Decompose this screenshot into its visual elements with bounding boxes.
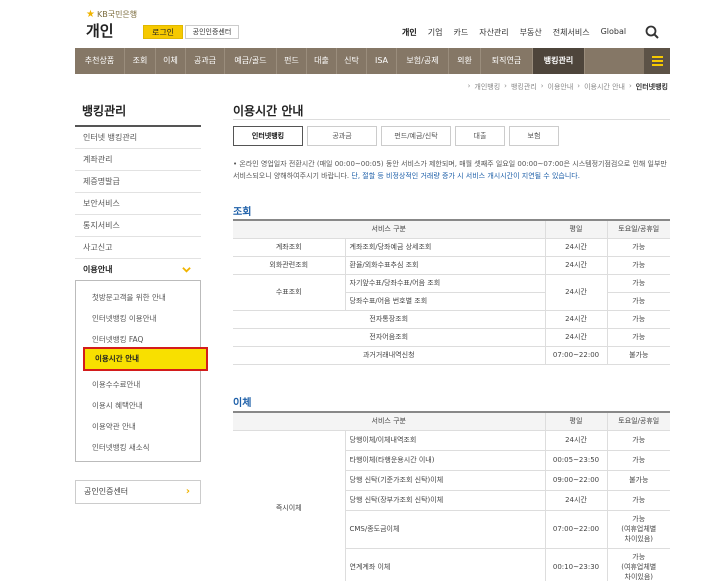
nav-banking-mgmt[interactable]: 뱅킹관리 bbox=[533, 48, 585, 74]
sidebar-item-certificate[interactable]: 제증명발급 bbox=[75, 171, 201, 193]
table-header: 토요일/공휴일 bbox=[606, 411, 670, 431]
sidebar-item-internet-banking[interactable]: 인터넷 뱅킹관리 bbox=[75, 127, 201, 149]
top-link-personal[interactable]: 개인 bbox=[402, 27, 417, 38]
table-row: 계좌조회 계좌조회/당좌예금 상세조회 24시간 가능 bbox=[233, 238, 670, 257]
search-icon[interactable] bbox=[645, 25, 659, 39]
notice-text: • 온라인 영업일자 전환시간 (매일 00:00~00:05) 동안 서비스가… bbox=[233, 158, 673, 182]
breadcrumb-sep-icon: › bbox=[577, 82, 581, 90]
sidebar-item-account[interactable]: 계좌관리 bbox=[75, 149, 201, 171]
nav-foreign-exchange[interactable]: 외환 bbox=[449, 48, 481, 74]
hamburger-menu-icon[interactable] bbox=[644, 48, 670, 74]
title-divider bbox=[233, 119, 670, 120]
submenu-news[interactable]: 인터넷뱅킹 새소식 bbox=[76, 437, 200, 458]
breadcrumb-item[interactable]: 뱅킹관리 bbox=[511, 82, 537, 92]
transfer-table: 서비스 구분 평일 토요일/공휴일 즉시이체 당행이체/이체내역조회 24시간 … bbox=[233, 411, 670, 581]
table-row: 수표조회 자기앞수표/당좌수표/어음 조회 24시간 가능 bbox=[233, 274, 670, 311]
bullet-icon: • bbox=[233, 160, 238, 168]
table-row: 외화관련조회 환율/외화수표추심 조회 24시간 가능 bbox=[233, 256, 670, 275]
tab-internet-banking[interactable]: 인터넷뱅킹 bbox=[233, 126, 303, 146]
table-row: 과거거래내역신청 07:00~22:00 불가능 bbox=[233, 346, 670, 365]
nav-recommended[interactable]: 추천상품 bbox=[75, 48, 125, 74]
kb-star-icon: ★ bbox=[86, 9, 95, 20]
kb-logo[interactable]: ★ KB국민은행 bbox=[86, 9, 137, 20]
nav-loan[interactable]: 대출 bbox=[307, 48, 337, 74]
tab-insurance[interactable]: 보험 bbox=[509, 126, 559, 146]
tab-bar: 인터넷뱅킹 공과금 펀드/예금/신탁 대출 보험 bbox=[233, 126, 563, 146]
top-link-all-services[interactable]: 전체서비스 bbox=[553, 27, 590, 38]
cert-center-button[interactable]: 공인인증센터 bbox=[185, 25, 239, 39]
submenu-first-visit[interactable]: 첫방문고객을 위한 안내 bbox=[76, 287, 200, 308]
table-header: 평일 bbox=[544, 219, 607, 239]
nav-insurance[interactable]: 보험/공제 bbox=[397, 48, 449, 74]
breadcrumb-item[interactable]: 개인뱅킹 bbox=[474, 82, 500, 92]
top-link-global[interactable]: Global bbox=[601, 27, 627, 38]
table-row: 즉시이체 당행이체/이체내역조회 24시간 가능 bbox=[233, 430, 670, 581]
table-header: 평일 bbox=[544, 411, 607, 431]
breadcrumb: › 개인뱅킹 › 뱅킹관리 › 이용안내 › 이용시간 안내 › 인터넷뱅킹 bbox=[468, 82, 668, 92]
nav-isa[interactable]: ISA bbox=[367, 48, 397, 74]
breadcrumb-current: 인터넷뱅킹 bbox=[635, 83, 668, 91]
breadcrumb-item[interactable]: 이용시간 안내 bbox=[584, 82, 625, 92]
nav-utility[interactable]: 공과금 bbox=[186, 48, 225, 74]
nav-trust[interactable]: 신탁 bbox=[337, 48, 367, 74]
section-title-personal[interactable]: 개인 bbox=[86, 20, 114, 41]
sidebar-item-security[interactable]: 보안서비스 bbox=[75, 193, 201, 215]
page-title: 이용시간 안내 bbox=[233, 104, 304, 118]
sidebar-title: 뱅킹관리 bbox=[82, 104, 127, 118]
main-nav: 추천상품 조회 이체 공과금 예금/골드 펀드 대출 신탁 ISA 보험/공제 … bbox=[75, 48, 670, 74]
top-link-corporate[interactable]: 기업 bbox=[428, 27, 443, 38]
table-header: 서비스 구분 bbox=[233, 411, 545, 431]
breadcrumb-item[interactable]: 이용안내 bbox=[548, 82, 574, 92]
sidebar-item-notification[interactable]: 통지서비스 bbox=[75, 215, 201, 237]
chevron-right-icon: › bbox=[185, 486, 190, 497]
top-link-asset[interactable]: 자산관리 bbox=[479, 27, 508, 38]
nav-transfer[interactable]: 이체 bbox=[156, 48, 186, 74]
submenu-usage-hours[interactable]: 이용시간 안내 bbox=[83, 347, 208, 371]
breadcrumb-sep-icon: › bbox=[540, 82, 544, 90]
tab-loan[interactable]: 대출 bbox=[455, 126, 505, 146]
sidebar-item-label: 이용안내 bbox=[83, 265, 113, 274]
sidebar-item-incident[interactable]: 사고신고 bbox=[75, 237, 201, 259]
tab-fund-deposit-trust[interactable]: 펀드/예금/신탁 bbox=[381, 126, 451, 146]
nav-retirement[interactable]: 퇴직연금 bbox=[481, 48, 533, 74]
section-title-inquiry: 조회 bbox=[233, 207, 252, 218]
breadcrumb-sep-icon: › bbox=[504, 82, 507, 90]
table-header: 서비스 구분 bbox=[233, 219, 545, 239]
sidebar-submenu: 첫방문고객을 위한 안내 인터넷뱅킹 이용안내 인터넷뱅킹 FAQ 이용시간 안… bbox=[75, 280, 208, 462]
top-link-realestate[interactable]: 부동산 bbox=[520, 27, 542, 38]
submenu-benefits[interactable]: 이용시 혜택안내 bbox=[76, 395, 200, 416]
nav-inquiry[interactable]: 조회 bbox=[125, 48, 156, 74]
table-row: 전자어음조회 24시간 가능 bbox=[233, 328, 670, 347]
nav-fund[interactable]: 펀드 bbox=[277, 48, 307, 74]
brand-name: KB국민은행 bbox=[96, 10, 138, 19]
nav-deposit-gold[interactable]: 예금/골드 bbox=[225, 48, 277, 74]
sidebar-menu: 인터넷 뱅킹관리 계좌관리 제증명발급 보안서비스 통지서비스 사고신고 이용안… bbox=[75, 125, 201, 281]
section-title-transfer: 이체 bbox=[233, 398, 252, 409]
submenu-terms[interactable]: 이용약관 안내 bbox=[76, 416, 200, 437]
sidebar-item-guide[interactable]: 이용안내 bbox=[75, 259, 201, 281]
submenu-usage-guide[interactable]: 인터넷뱅킹 이용안내 bbox=[76, 308, 200, 329]
notice-highlight: 단, 절할 등 비정상적인 거래량 증가 시 서비스 개시시간이 지연될 수 있… bbox=[351, 172, 580, 180]
sidebar-cert-label: 공인인증센터 bbox=[84, 487, 129, 496]
breadcrumb-sep-icon: › bbox=[628, 82, 632, 90]
chevron-down-icon bbox=[182, 267, 191, 273]
table-row: 전자통장조회 24시간 가능 bbox=[233, 310, 670, 329]
breadcrumb-sep-icon: › bbox=[467, 82, 471, 90]
header: ★ KB국민은행 개인 로그인 공인인증센터 개인 기업 카드 자산관리 부동산… bbox=[0, 0, 720, 46]
table-header: 토요일/공휴일 bbox=[606, 219, 670, 239]
top-links: 개인 기업 카드 자산관리 부동산 전체서비스 Global bbox=[402, 27, 637, 38]
sidebar-cert-center[interactable]: 공인인증센터 › bbox=[75, 480, 201, 504]
submenu-fees[interactable]: 이용수수료안내 bbox=[76, 374, 200, 395]
login-button[interactable]: 로그인 bbox=[143, 25, 183, 39]
inquiry-table: 서비스 구분 평일 토요일/공휴일 계좌조회 계좌조회/당좌예금 상세조회 24… bbox=[233, 219, 670, 365]
top-link-card[interactable]: 카드 bbox=[453, 27, 468, 38]
tab-utility[interactable]: 공과금 bbox=[307, 126, 377, 146]
